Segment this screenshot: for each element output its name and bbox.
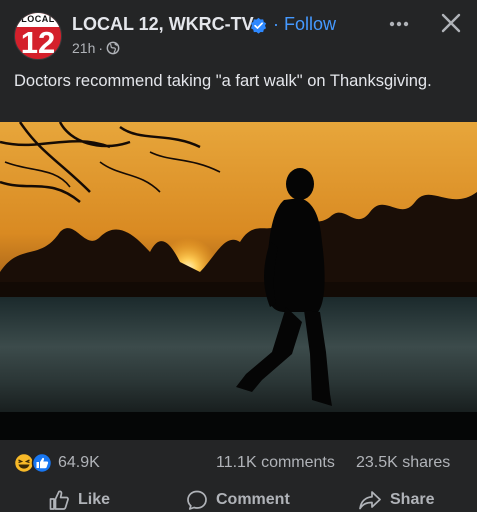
sunset-walker-image xyxy=(0,122,477,440)
comment-label: Comment xyxy=(216,491,290,508)
reaction-icons[interactable] xyxy=(14,452,54,474)
share-label: Share xyxy=(390,491,435,508)
like-reaction-icon xyxy=(31,452,53,474)
like-button[interactable]: Like xyxy=(48,488,110,512)
page-avatar[interactable]: LOCAL 12 xyxy=(14,12,62,60)
shares-count[interactable]: 23.5K shares xyxy=(356,454,450,472)
avatar-top-text: LOCAL xyxy=(21,14,55,24)
post-caption: Doctors recommend taking "a fart walk" o… xyxy=(14,72,432,90)
reactions-count[interactable]: 64.9K xyxy=(58,454,100,472)
comments-count[interactable]: 11.1K comments xyxy=(216,454,335,472)
globe-icon xyxy=(106,41,120,55)
more-options-icon[interactable] xyxy=(384,12,414,36)
post-photo[interactable] xyxy=(0,122,477,440)
comment-bubble-icon xyxy=(187,490,207,510)
post-header: LOCAL 12 LOCAL 12, WKRC-TV · Follow 21h · xyxy=(0,0,477,64)
close-icon[interactable] xyxy=(438,10,464,36)
post-timestamp[interactable]: 21h xyxy=(72,40,95,56)
haha-reaction-icon xyxy=(14,452,35,474)
share-button[interactable]: Share xyxy=(358,488,434,512)
reactions-bar: 64.9K 11.1K comments 23.5K shares xyxy=(0,450,477,480)
post-meta: 21h · xyxy=(72,40,120,56)
follow-separator: · xyxy=(273,14,279,34)
post-actions: Like Comment Share xyxy=(0,484,477,512)
verified-badge-icon xyxy=(250,17,267,34)
meta-separator: · xyxy=(98,40,104,56)
like-label: Like xyxy=(78,491,111,508)
avatar-number: 12 xyxy=(20,25,56,60)
comment-button[interactable]: Comment xyxy=(186,488,290,512)
follow-button[interactable]: Follow xyxy=(284,14,336,35)
page-name-link[interactable]: LOCAL 12, WKRC-TV xyxy=(72,14,254,35)
thumbs-up-icon xyxy=(49,490,69,510)
share-arrow-icon xyxy=(359,491,381,510)
